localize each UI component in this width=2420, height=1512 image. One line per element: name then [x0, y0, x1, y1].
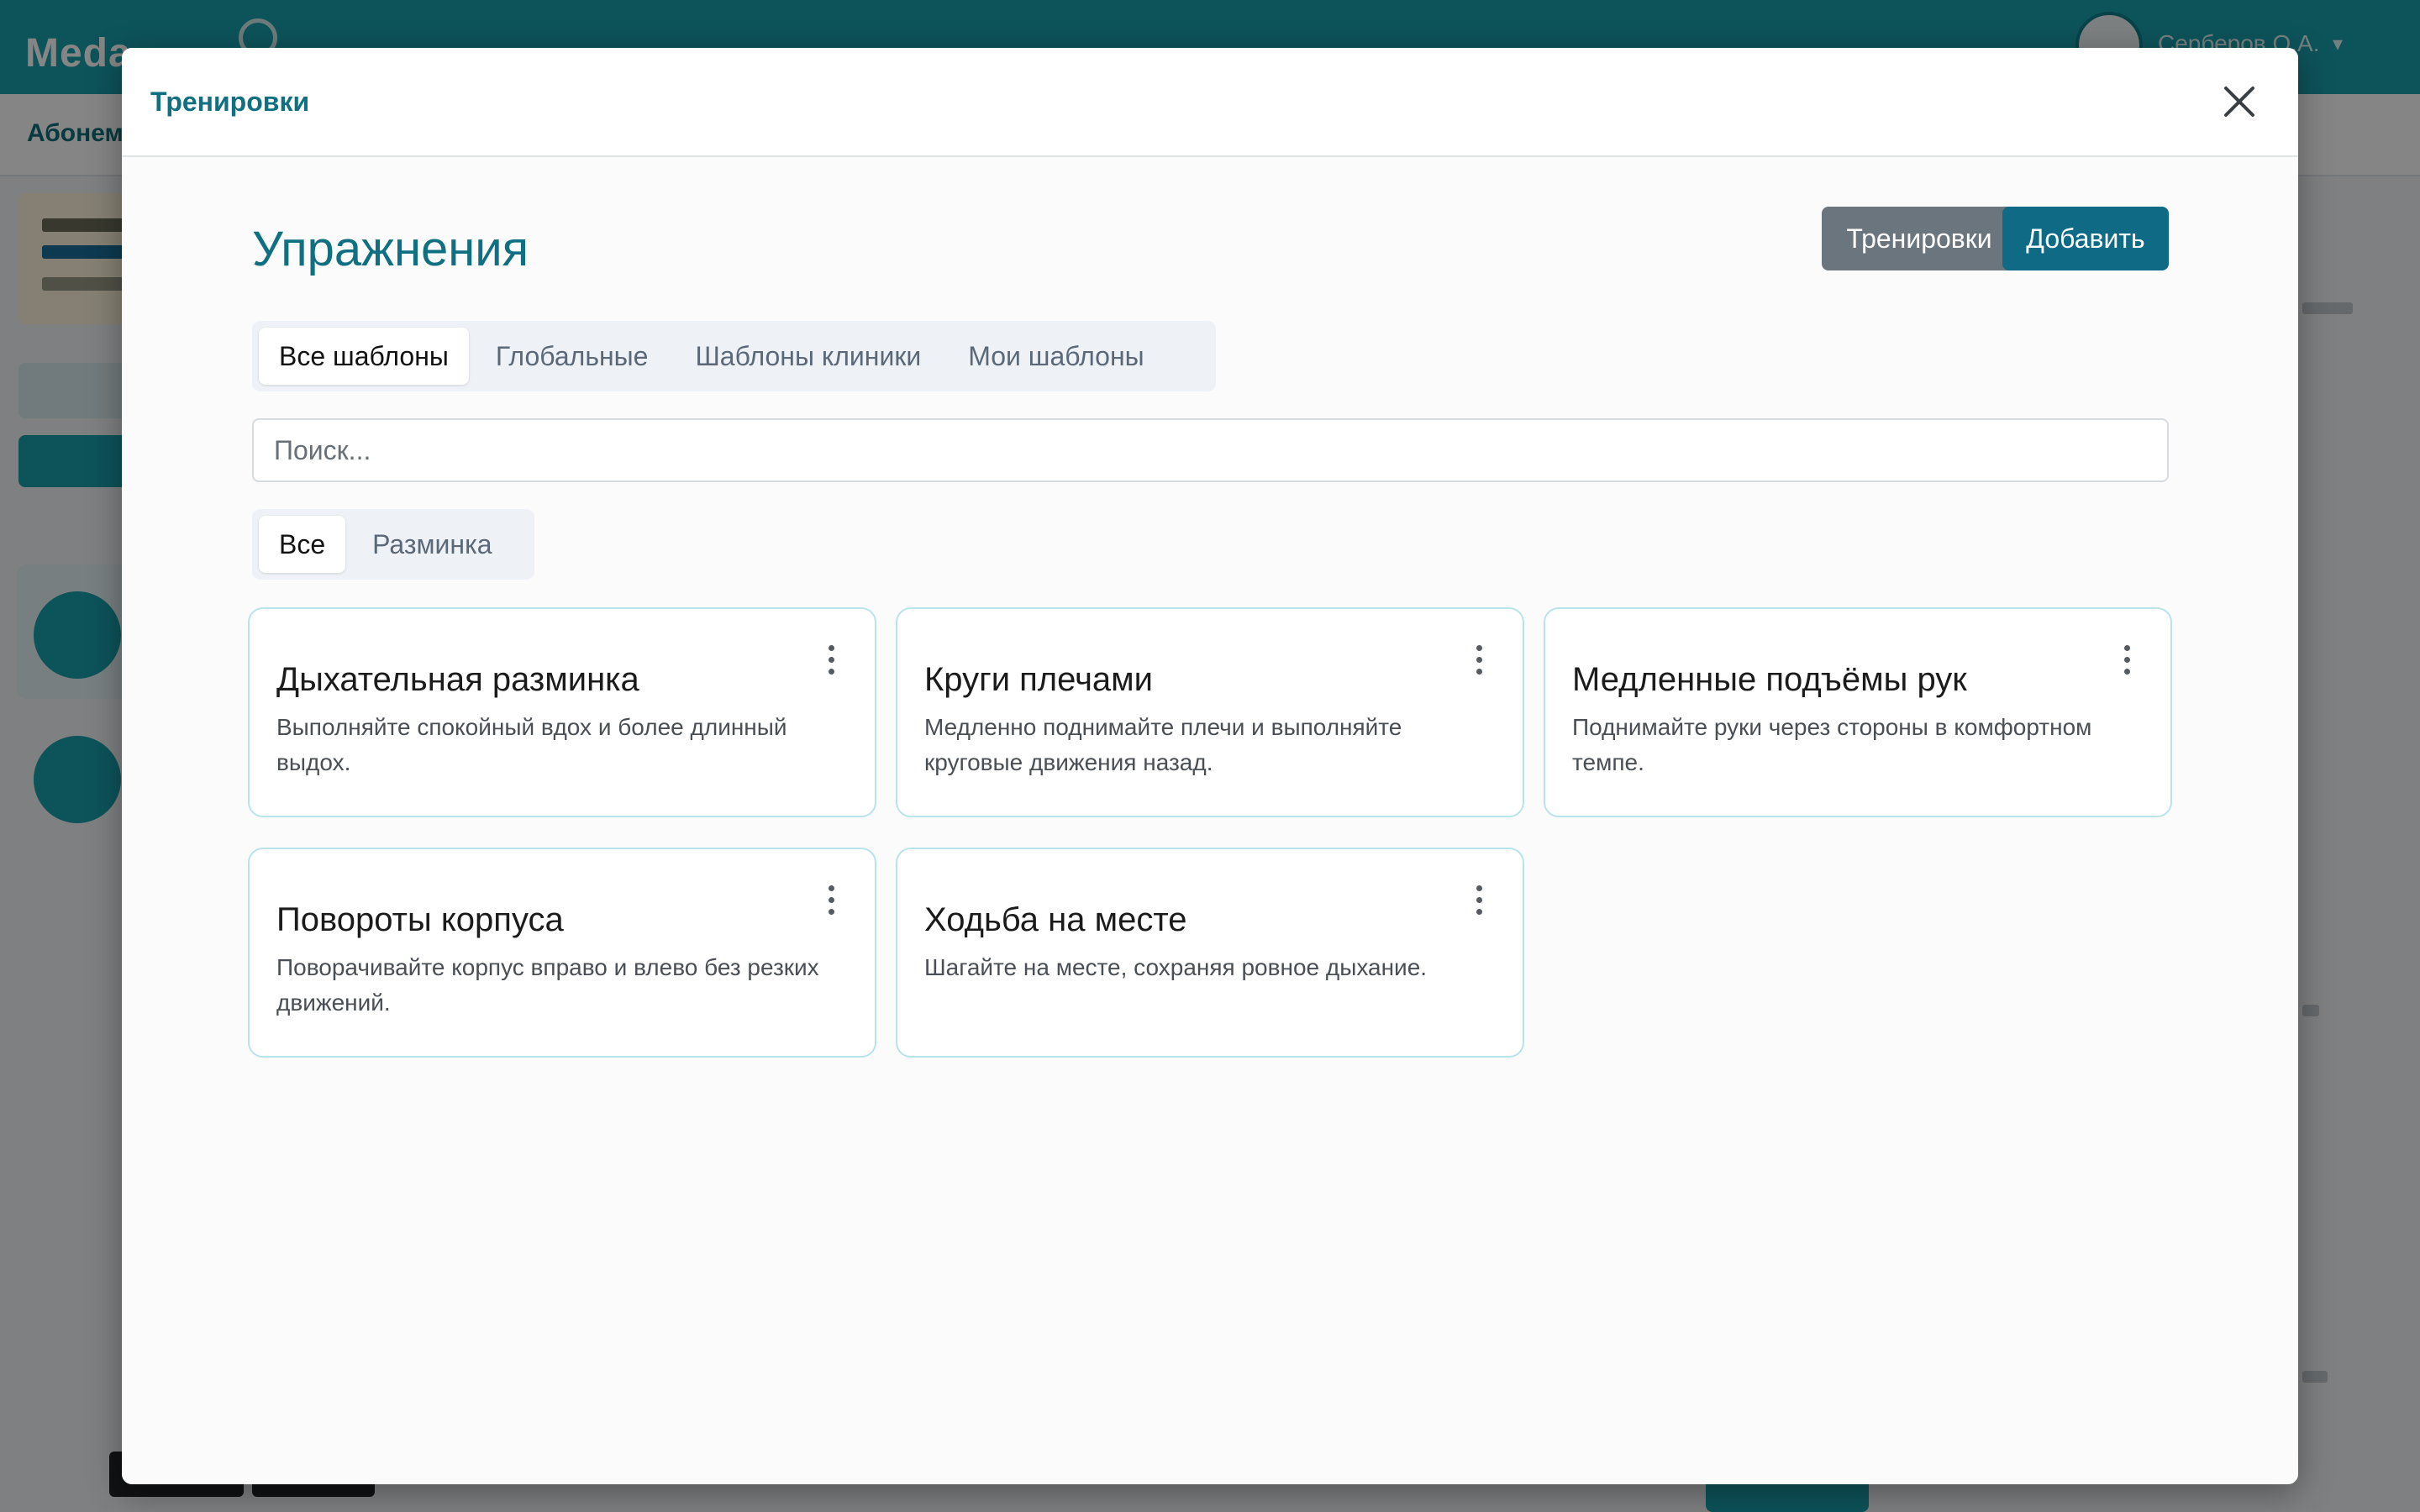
more-vertical-icon[interactable]	[1462, 639, 1496, 680]
category-filter-tabs: Все Разминка	[252, 509, 534, 580]
exercise-card[interactable]: Повороты корпуса Поворачивайте корпус вп…	[248, 848, 876, 1058]
exercise-card[interactable]: Дыхательная разминка Выполняйте спокойны…	[248, 607, 876, 817]
modal-header: Тренировки	[122, 48, 2298, 157]
tab-all-templates[interactable]: Все шаблоны	[259, 328, 469, 385]
tab-global[interactable]: Глобальные	[476, 328, 669, 385]
close-button[interactable]	[2214, 76, 2265, 127]
more-vertical-icon[interactable]	[2110, 639, 2144, 680]
more-vertical-icon[interactable]	[814, 639, 848, 680]
search-input[interactable]	[252, 418, 2169, 482]
exercise-card[interactable]: Ходьба на месте Шагайте на месте, сохран…	[896, 848, 1524, 1058]
tab-my-templates[interactable]: Мои шаблоны	[948, 328, 1164, 385]
exercise-title: Повороты корпуса	[276, 901, 564, 938]
more-vertical-icon[interactable]	[1462, 879, 1496, 920]
add-button[interactable]: Добавить	[2002, 207, 2169, 270]
exercise-description: Поднимайте руки через стороны в комфортн…	[1572, 714, 2092, 775]
exercise-title: Ходьба на месте	[924, 901, 1187, 938]
tab-category-warmup[interactable]: Разминка	[352, 516, 512, 573]
page-title: Упражнения	[252, 222, 529, 276]
exercise-title: Медленные подъёмы рук	[1572, 661, 1967, 698]
trainings-modal: Тренировки Упражнения Тренировки Добавит…	[122, 48, 2298, 1484]
exercise-description: Медленно поднимайте плечи и выполняйте к…	[924, 714, 1402, 775]
exercise-card[interactable]: Медленные подъёмы рук Поднимайте руки че…	[1544, 607, 2172, 817]
exercise-card[interactable]: Круги плечами Медленно поднимайте плечи …	[896, 607, 1524, 817]
trainings-button[interactable]: Тренировки	[1822, 207, 2017, 270]
exercise-description: Поворачивайте корпус вправо и влево без …	[276, 954, 819, 1016]
close-icon	[2224, 87, 2254, 117]
template-filter-tabs: Все шаблоны Глобальные Шаблоны клиники М…	[252, 321, 1216, 391]
tab-clinic-templates[interactable]: Шаблоны клиники	[675, 328, 941, 385]
exercise-description: Шагайте на месте, сохраняя ровное дыхани…	[924, 954, 1428, 980]
tab-category-all[interactable]: Все	[259, 516, 346, 573]
exercise-description: Выполняйте спокойный вдох и более длинны…	[276, 714, 787, 775]
exercise-title: Дыхательная разминка	[276, 661, 639, 698]
exercise-title: Круги плечами	[924, 661, 1153, 698]
more-vertical-icon[interactable]	[814, 879, 848, 920]
modal-title: Тренировки	[150, 87, 310, 117]
